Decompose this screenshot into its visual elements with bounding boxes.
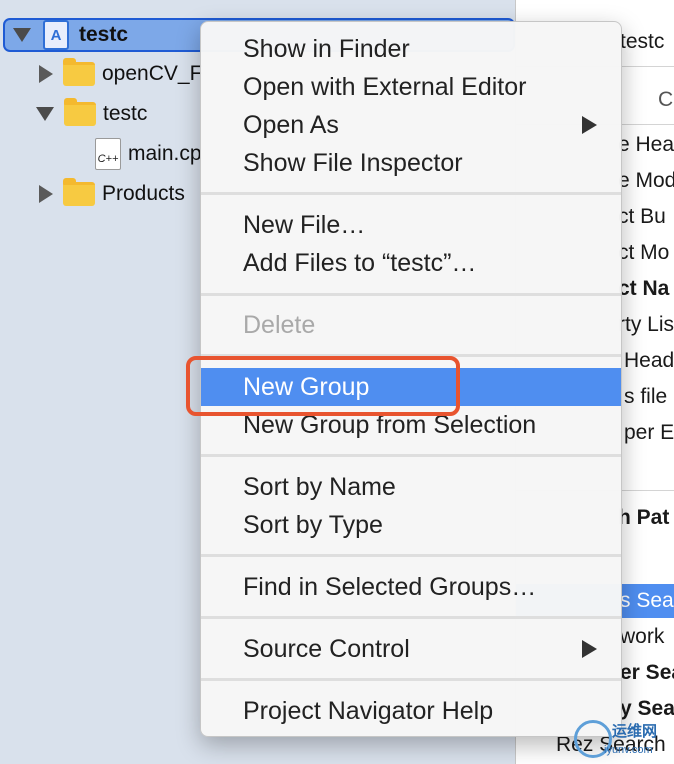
watermark-url: iyunv.com — [604, 744, 653, 756]
menu-item-show-file-inspector[interactable]: Show File Inspector — [201, 144, 621, 182]
menu-item-find-in-selected-groups[interactable]: Find in Selected Groups… — [201, 568, 621, 606]
folder-icon — [63, 178, 95, 206]
inspector-text: h Pat — [618, 506, 670, 529]
menu-item-label: Source Control — [243, 634, 410, 663]
inspector-text: e Hea — [618, 133, 674, 156]
menu-separator — [201, 293, 621, 296]
watermark-text: 运维网 — [612, 723, 658, 740]
inspector-text: Cu — [658, 88, 674, 111]
nav-row-testc-folder[interactable]: testc — [0, 94, 147, 134]
submenu-arrow-icon — [582, 116, 597, 134]
nav-row-label: testc — [103, 102, 148, 125]
nav-row-label: Products — [102, 182, 185, 205]
inspector-text: ct Bu — [618, 205, 666, 228]
disclosure-closed-icon[interactable] — [39, 65, 53, 83]
folder-icon — [63, 58, 95, 86]
nav-row-products-folder[interactable]: Products — [0, 174, 185, 214]
menu-separator — [201, 554, 621, 557]
menu-item-new-file[interactable]: New File… — [201, 206, 621, 244]
nav-row-label: main.cp — [128, 142, 202, 165]
inspector-text: Head — [624, 349, 674, 372]
inspector-text: s file — [624, 385, 668, 408]
cpp-file-badge: C++ — [97, 153, 119, 165]
inspector-text: s Sea — [620, 589, 674, 612]
submenu-arrow-icon — [582, 640, 597, 658]
menu-separator — [201, 616, 621, 619]
menu-item-add-files[interactable]: Add Files to “testc”… — [201, 244, 621, 282]
menu-separator — [201, 192, 621, 195]
menu-item-show-in-finder[interactable]: Show in Finder — [201, 30, 621, 68]
inspector-text: per Ex — [624, 421, 674, 444]
menu-item-label: Open As — [243, 110, 339, 139]
disclosure-closed-icon[interactable] — [39, 185, 53, 203]
inspector-text: rty Lis — [618, 313, 674, 336]
menu-item-open-with-external-editor[interactable]: Open with External Editor — [201, 68, 621, 106]
menu-separator — [201, 454, 621, 457]
menu-item-source-control[interactable]: Source Control — [201, 630, 621, 668]
menu-separator — [201, 678, 621, 681]
site-watermark: 运维网 iyunv.com — [574, 718, 672, 762]
menu-item-delete: Delete — [243, 310, 316, 339]
menu-item-open-as[interactable]: Open As — [201, 106, 621, 144]
inspector-text: e Mod — [618, 169, 674, 192]
highlight-annotation-box — [186, 356, 460, 416]
folder-icon — [64, 98, 96, 126]
xcode-project-icon: A — [43, 20, 69, 50]
menu-item-sort-by-name[interactable]: Sort by Name — [201, 468, 621, 506]
disclosure-open-icon[interactable] — [36, 107, 54, 121]
inspector-text: er Sea — [620, 661, 674, 684]
inspector-text: work — [620, 625, 665, 648]
nav-row-opencv-folder[interactable]: openCV_F — [0, 54, 202, 94]
inspector-text: testc — [620, 30, 665, 53]
disclosure-open-icon[interactable] — [13, 28, 31, 42]
menu-item-sort-by-type[interactable]: Sort by Type — [201, 506, 621, 544]
nav-row-main-cpp[interactable]: C++ main.cp — [0, 134, 202, 174]
nav-row-label: openCV_F — [102, 62, 203, 85]
menu-item-project-navigator-help[interactable]: Project Navigator Help — [201, 692, 621, 730]
inspector-text: ct Na — [618, 277, 670, 300]
cpp-file-icon: C++ — [95, 138, 121, 170]
nav-row-label: testc — [79, 23, 129, 46]
inspector-text: ct Mo — [618, 241, 670, 264]
